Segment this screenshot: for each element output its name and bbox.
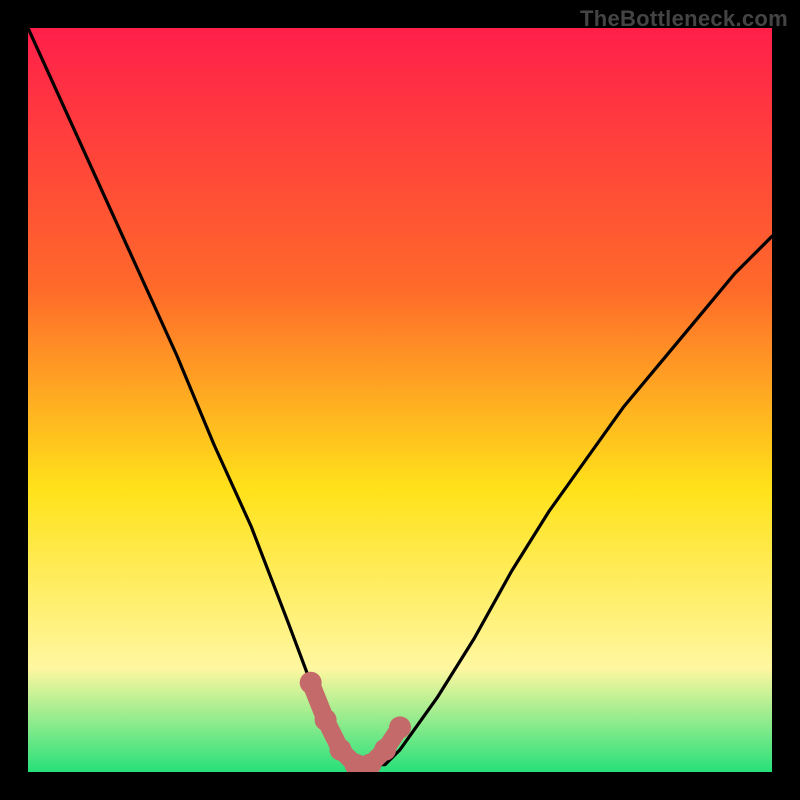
dip-dot: [315, 709, 337, 731]
dip-dot: [389, 716, 411, 738]
frame: TheBottleneck.com: [0, 0, 800, 800]
dip-dot: [374, 739, 396, 761]
gradient-background: [28, 28, 772, 772]
dip-dot: [300, 672, 322, 694]
bottleneck-chart: [28, 28, 772, 772]
chart-svg: [28, 28, 772, 772]
